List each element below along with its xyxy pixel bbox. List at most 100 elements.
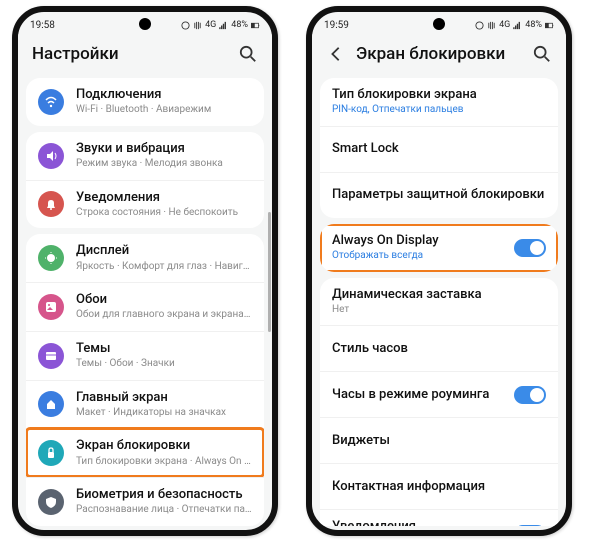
settings-row[interactable]: ПодключенияWi-Fi · Bluetooth · Авиарежим: [26, 78, 264, 126]
alarm-icon: [181, 21, 190, 30]
signal-icon: [513, 21, 522, 30]
lock-icon: [38, 440, 64, 466]
row-text: Биометрия и безопасностьРаспознавание ли…: [76, 487, 252, 517]
row-label: Уведомления: [332, 519, 514, 526]
row-label: Обои: [76, 292, 252, 308]
settings-group: Always On DisplayОтображать всегда: [320, 224, 558, 272]
toggle-switch[interactable]: [514, 386, 546, 404]
row-label: Уведомления: [76, 190, 252, 206]
status-battery: 48%: [231, 20, 248, 30]
row-label: Главный экран: [76, 390, 252, 406]
row-label: Контактная информация: [332, 479, 546, 495]
row-text: Smart Lock: [332, 141, 546, 157]
settings-row[interactable]: Часы в режиме роуминга: [320, 371, 558, 417]
row-label: Подключения: [76, 87, 252, 103]
search-button[interactable]: [238, 44, 258, 64]
row-subtitle: Режим звука · Мелодия звонка: [76, 158, 252, 171]
vibrate-icon: [193, 21, 202, 30]
camera-notch: [139, 18, 151, 30]
alarm-icon: [475, 21, 484, 30]
row-text: ДисплейЯркость · Комфорт для глаз · Нави…: [76, 243, 252, 273]
page-header: Экран блокировки: [312, 34, 566, 72]
settings-row[interactable]: ДисплейЯркость · Комфорт для глаз · Нави…: [26, 234, 264, 282]
status-battery: 48%: [525, 20, 542, 30]
row-subtitle: PIN-код, Отпечатки пальцев: [332, 104, 546, 117]
row-subtitle: Обои для главного экрана и экрана блокир…: [76, 309, 252, 322]
row-label: Стиль часов: [332, 341, 546, 357]
row-label: Always On Display: [332, 233, 514, 249]
row-label: Звуки и вибрация: [76, 141, 252, 157]
settings-group: ПодключенияWi-Fi · Bluetooth · Авиарежим: [26, 78, 264, 126]
row-subtitle: Отображать всегда: [332, 250, 514, 263]
row-subtitle: Тип блокировки экрана · Always On Displa…: [76, 456, 252, 469]
row-label: Тип блокировки экрана: [332, 87, 546, 103]
row-text: Экран блокировкиТип блокировки экрана · …: [76, 438, 252, 468]
vibrate-icon: [487, 21, 496, 30]
lockscreen-list[interactable]: Тип блокировки экранаPIN-код, Отпечатки …: [312, 72, 566, 526]
row-subtitle: Яркость · Комфорт для глаз · Навигационн…: [76, 261, 252, 274]
row-text: Часы в режиме роуминга: [332, 387, 514, 403]
row-label: Динамическая заставка: [332, 287, 546, 303]
home-icon: [38, 391, 64, 417]
settings-group: Динамическая заставкаНет Стиль часов Часы …: [320, 278, 558, 527]
row-text: УведомленияТолько значки: [332, 519, 514, 526]
settings-group: Звуки и вибрацияРежим звука · Мелодия зв…: [26, 132, 264, 229]
row-subtitle: Макет · Индикаторы на значках: [76, 407, 252, 420]
row-label: Темы: [76, 341, 252, 357]
status-time: 19:58: [30, 20, 55, 31]
display-icon: [38, 245, 64, 271]
status-net: 4G: [499, 20, 510, 30]
row-text: ОбоиОбои для главного экрана и экрана бл…: [76, 292, 252, 322]
settings-row[interactable]: Биометрия и безопасностьРаспознавание ли…: [26, 477, 264, 526]
settings-row[interactable]: Параметры защитной блокировки: [320, 172, 558, 218]
row-text: Главный экранМакет · Индикаторы на значк…: [76, 390, 252, 420]
row-text: Динамическая заставкаНет: [332, 287, 546, 317]
settings-row[interactable]: Smart Lock: [320, 126, 558, 172]
settings-row[interactable]: Главный экранМакет · Индикаторы на значк…: [26, 380, 264, 429]
row-text: ПодключенияWi-Fi · Bluetooth · Авиарежим: [76, 87, 252, 117]
bell-icon: [38, 191, 64, 217]
settings-row[interactable]: Звуки и вибрацияРежим звука · Мелодия зв…: [26, 132, 264, 180]
status-time: 19:59: [324, 20, 349, 31]
settings-row[interactable]: Контактная информация: [320, 463, 558, 509]
row-label: Часы в режиме роуминга: [332, 387, 514, 403]
settings-row[interactable]: Динамическая заставкаНет: [320, 278, 558, 326]
shield-icon: [38, 489, 64, 515]
settings-row[interactable]: УведомленияСтрока состояния · Не беспоко…: [26, 180, 264, 229]
search-icon: [533, 45, 551, 63]
toggle-switch[interactable]: [514, 525, 546, 526]
settings-group: ДисплейЯркость · Комфорт для глаз · Нави…: [26, 234, 264, 526]
search-button[interactable]: [532, 44, 552, 64]
chevron-left-icon: [327, 45, 345, 63]
page-title: Настройки: [32, 44, 119, 64]
row-text: Тип блокировки экранаPIN-код, Отпечатки …: [332, 87, 546, 117]
toggle-switch[interactable]: [514, 239, 546, 257]
settings-group: Тип блокировки экранаPIN-код, Отпечатки …: [320, 78, 558, 218]
row-text: Звуки и вибрацияРежим звука · Мелодия зв…: [76, 141, 252, 171]
scroll-indicator[interactable]: [268, 212, 271, 332]
settings-row[interactable]: Экран блокировкиТип блокировки экрана · …: [26, 428, 264, 477]
row-label: Биометрия и безопасность: [76, 487, 252, 503]
row-subtitle: Темы · Обои · Значки: [76, 358, 252, 371]
back-button[interactable]: [326, 44, 346, 64]
wifi-icon: [38, 89, 64, 115]
row-text: УведомленияСтрока состояния · Не беспоко…: [76, 190, 252, 220]
settings-row[interactable]: ТемыТемы · Обои · Значки: [26, 331, 264, 380]
wallpaper-icon: [38, 294, 64, 320]
settings-row[interactable]: Виджеты: [320, 417, 558, 463]
row-label: Smart Lock: [332, 141, 546, 157]
phone-left: 19:58 4G 48% Настройки ПодключенияWi-Fi …: [12, 6, 278, 536]
settings-row[interactable]: Тип блокировки экранаPIN-код, Отпечатки …: [320, 78, 558, 126]
row-label: Виджеты: [332, 433, 546, 449]
theme-icon: [38, 343, 64, 369]
settings-list[interactable]: ПодключенияWi-Fi · Bluetooth · Авиарежим…: [18, 72, 272, 526]
search-icon: [239, 45, 257, 63]
settings-row[interactable]: Always On DisplayОтображать всегда: [320, 224, 558, 272]
row-text: Always On DisplayОтображать всегда: [332, 233, 514, 263]
settings-row[interactable]: УведомленияТолько значки: [320, 509, 558, 526]
settings-row[interactable]: Стиль часов: [320, 325, 558, 371]
row-subtitle: Нет: [332, 304, 546, 317]
settings-row[interactable]: ОбоиОбои для главного экрана и экрана бл…: [26, 282, 264, 331]
status-net: 4G: [205, 20, 216, 30]
row-text: Стиль часов: [332, 341, 546, 357]
